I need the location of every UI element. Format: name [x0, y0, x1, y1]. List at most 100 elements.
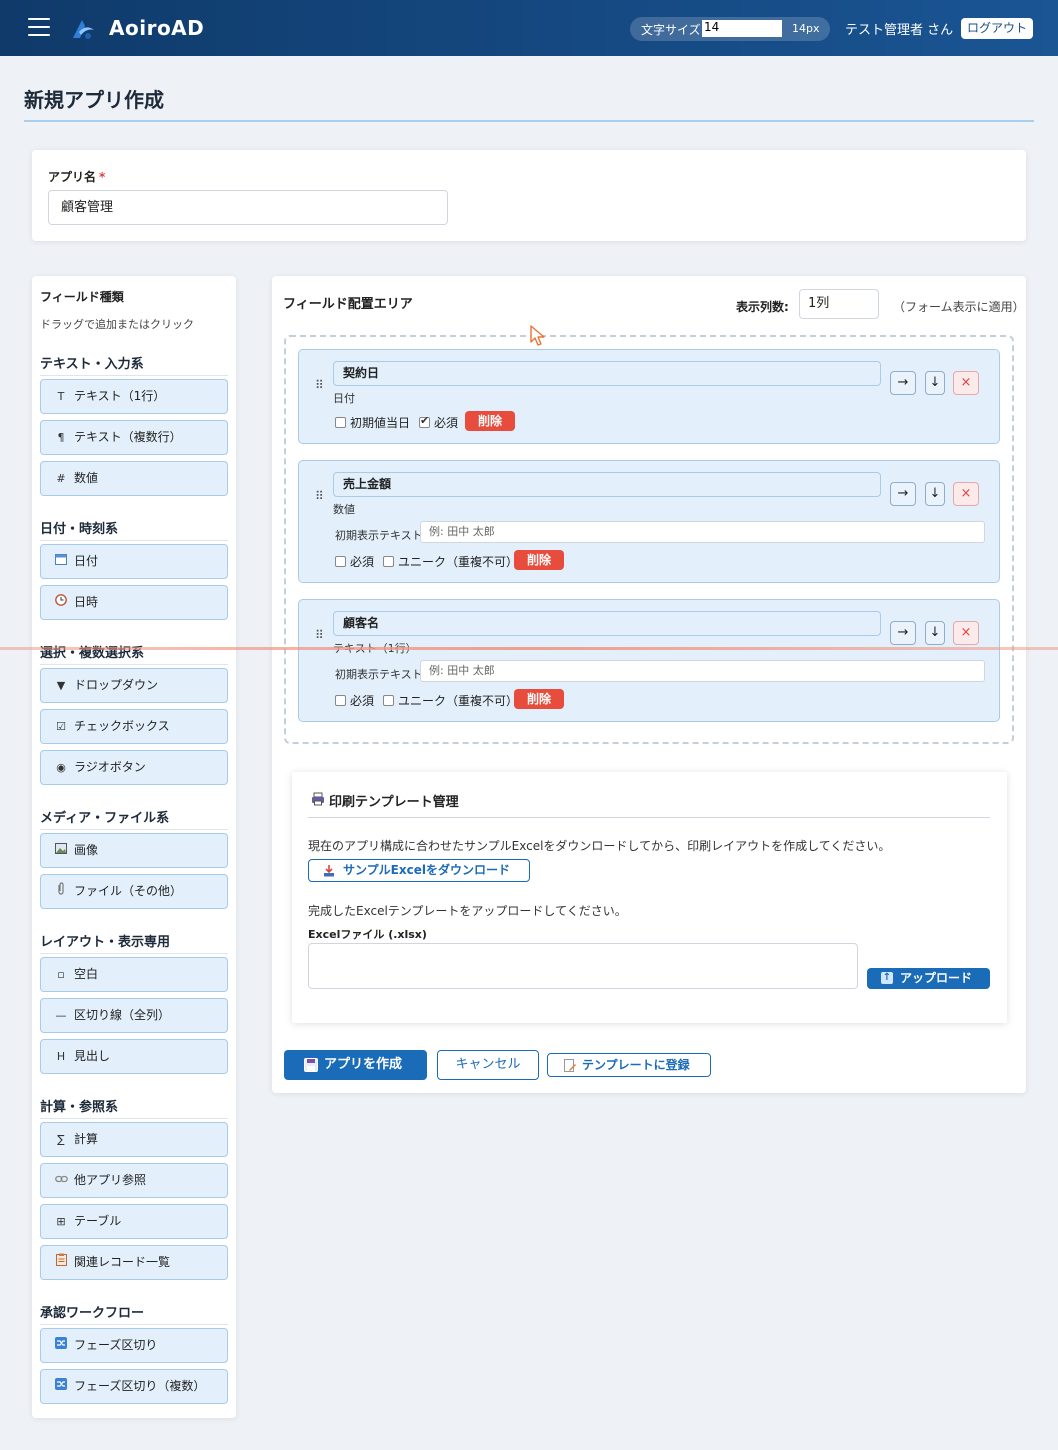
blank-square-icon: ▫	[57, 968, 65, 981]
move-right-button[interactable]: →	[890, 482, 916, 506]
field-item-label: テキスト（1行）	[74, 389, 166, 403]
field-card-sales-amount[interactable]: ⠿ 売上金額 数値 → ↓ × 初期表示テキスト: 例: 田中 太郎 必須 ユニ…	[298, 460, 1000, 583]
columns-label: 表示列数:	[736, 300, 789, 314]
field-drop-zone[interactable]: ⠿ 契約日 日付 → ↓ × 初期値当日 必須 削除 ⠿ 売上金額 数値 → ↓…	[284, 335, 1014, 744]
link-icon	[53, 1164, 69, 1197]
field-item-number[interactable]: # 数値	[40, 461, 228, 496]
field-name-input[interactable]: 契約日	[333, 361, 881, 386]
field-item-label: 日時	[74, 595, 99, 609]
field-item-label: 空白	[74, 967, 99, 981]
paragraph-icon: ¶	[57, 431, 65, 444]
document-edit-icon	[564, 1059, 576, 1072]
download-sample-button[interactable]: サンプルExcelをダウンロード	[308, 859, 530, 882]
delete-button[interactable]: 削除	[514, 689, 564, 709]
field-item-heading[interactable]: H 見出し	[40, 1039, 228, 1074]
font-size-control: 文字サイズ 14 14px	[630, 17, 830, 41]
shuffle-icon	[53, 1329, 69, 1362]
divider-icon: —	[55, 1009, 67, 1022]
category-media: メディア・ファイル系	[40, 807, 228, 830]
remove-field-icon[interactable]: ×	[953, 482, 979, 506]
image-icon	[53, 834, 69, 867]
field-item-app-ref[interactable]: 他アプリ参照	[40, 1163, 228, 1198]
app-name-input[interactable]: 顧客管理	[48, 190, 448, 225]
delete-button[interactable]: 削除	[465, 411, 515, 431]
move-down-button[interactable]: ↓	[925, 371, 945, 395]
hamburger-menu-icon[interactable]	[28, 18, 50, 36]
print-template-description: 現在のアプリ構成に合わせたサンプルExcelをダウンロードしてから、印刷レイアウ…	[308, 839, 891, 853]
checkbox-label: ユニーク（重複不可）	[398, 555, 519, 569]
checkbox-box[interactable]	[419, 414, 430, 428]
upload-button[interactable]: ↑ アップロード	[867, 968, 990, 989]
field-item-divider[interactable]: — 区切り線（全列）	[40, 998, 228, 1033]
default-today-checkbox[interactable]: 初期値当日	[335, 414, 410, 431]
remove-field-icon[interactable]: ×	[953, 371, 979, 395]
field-item-phase-multi[interactable]: フェーズ区切り（複数）	[40, 1369, 228, 1404]
drag-handle-icon[interactable]: ⠿	[315, 379, 325, 391]
excel-file-input[interactable]	[308, 943, 858, 989]
logout-button[interactable]: ログアウト	[961, 18, 1033, 39]
save-icon	[304, 1058, 318, 1072]
field-item-file[interactable]: ファイル（その他）	[40, 874, 228, 909]
create-app-button[interactable]: アプリを作成	[284, 1050, 427, 1080]
move-right-button[interactable]: →	[890, 371, 916, 395]
initial-text-label: 初期表示テキスト:	[335, 668, 427, 681]
move-down-button[interactable]: ↓	[925, 621, 945, 645]
field-item-checkbox[interactable]: ☑ チェックボックス	[40, 709, 228, 744]
initial-text-input[interactable]: 例: 田中 太郎	[420, 660, 985, 682]
checkbox-icon: ☑	[56, 720, 66, 733]
print-template-title: 印刷テンプレート管理	[329, 795, 459, 810]
checkbox-box[interactable]	[383, 556, 394, 567]
field-item-date[interactable]: 日付	[40, 544, 228, 579]
sidebar-hint: ドラッグで追加またはクリック	[40, 318, 194, 331]
unique-checkbox[interactable]: ユニーク（重複不可）	[383, 553, 518, 570]
checkbox-box[interactable]	[335, 417, 346, 428]
text-icon: T	[57, 390, 65, 403]
field-name-input[interactable]: 売上金額	[333, 472, 881, 497]
category-datetime: 日付・時刻系	[40, 518, 228, 541]
move-right-button[interactable]: →	[890, 621, 916, 645]
drag-handle-icon[interactable]: ⠿	[315, 490, 325, 502]
field-item-label: 日付	[74, 554, 99, 568]
radio-icon: ◉	[56, 761, 66, 774]
sidebar-title: フィールド種類	[40, 290, 124, 304]
checkbox-label: 初期値当日	[350, 416, 411, 430]
move-down-button[interactable]: ↓	[925, 482, 945, 506]
field-item-text-single[interactable]: T テキスト（1行）	[40, 379, 228, 414]
initial-text-input[interactable]: 例: 田中 太郎	[420, 521, 985, 543]
field-item-label: テーブル	[74, 1214, 122, 1228]
required-checkbox[interactable]: 必須	[335, 553, 374, 570]
cancel-button[interactable]: キャンセル	[437, 1050, 539, 1080]
checkbox-box[interactable]	[335, 556, 346, 567]
field-item-image[interactable]: 画像	[40, 833, 228, 868]
field-item-table[interactable]: ⊞ テーブル	[40, 1204, 228, 1239]
register-template-label: テンプレートに登録	[582, 1058, 690, 1072]
required-checkbox[interactable]: 必須	[335, 692, 374, 709]
field-name-input[interactable]: 顧客名	[333, 611, 881, 636]
unique-checkbox[interactable]: ユニーク（重複不可）	[383, 692, 518, 709]
brand-name[interactable]: AoiroAD	[109, 16, 204, 40]
field-item-related-records[interactable]: 関連レコード一覧	[40, 1245, 228, 1280]
field-item-radio[interactable]: ◉ ラジオボタン	[40, 750, 228, 785]
field-card-contract-date[interactable]: ⠿ 契約日 日付 → ↓ × 初期値当日 必須 削除	[298, 349, 1000, 444]
checkbox-box[interactable]	[383, 695, 394, 706]
excel-file-label: Excelファイル (.xlsx)	[308, 928, 427, 941]
field-item-calc[interactable]: ∑ 計算	[40, 1122, 228, 1157]
drag-handle-icon[interactable]: ⠿	[315, 629, 325, 641]
remove-field-icon[interactable]: ×	[953, 621, 979, 645]
register-template-button[interactable]: テンプレートに登録	[547, 1053, 711, 1077]
field-item-datetime[interactable]: 日時	[40, 585, 228, 620]
mouse-cursor-icon	[530, 325, 545, 346]
download-sample-label: サンプルExcelをダウンロード	[343, 863, 510, 877]
required-checkbox[interactable]: 必須	[419, 414, 458, 431]
field-item-blank[interactable]: ▫ 空白	[40, 957, 228, 992]
columns-select[interactable]: 1列	[799, 289, 879, 319]
field-item-dropdown[interactable]: ▼ ドロップダウン	[40, 668, 228, 703]
field-item-label: テキスト（複数行）	[74, 430, 182, 444]
field-item-text-multi[interactable]: ¶ テキスト（複数行）	[40, 420, 228, 455]
field-item-phase[interactable]: フェーズ区切り	[40, 1328, 228, 1363]
upload-label: アップロード	[900, 971, 973, 985]
delete-button[interactable]: 削除	[514, 550, 564, 570]
field-card-customer-name[interactable]: ⠿ 顧客名 テキスト（1行） → ↓ × 初期表示テキスト: 例: 田中 太郎 …	[298, 599, 1000, 722]
font-size-input[interactable]: 14	[702, 20, 782, 37]
checkbox-box[interactable]	[335, 695, 346, 706]
